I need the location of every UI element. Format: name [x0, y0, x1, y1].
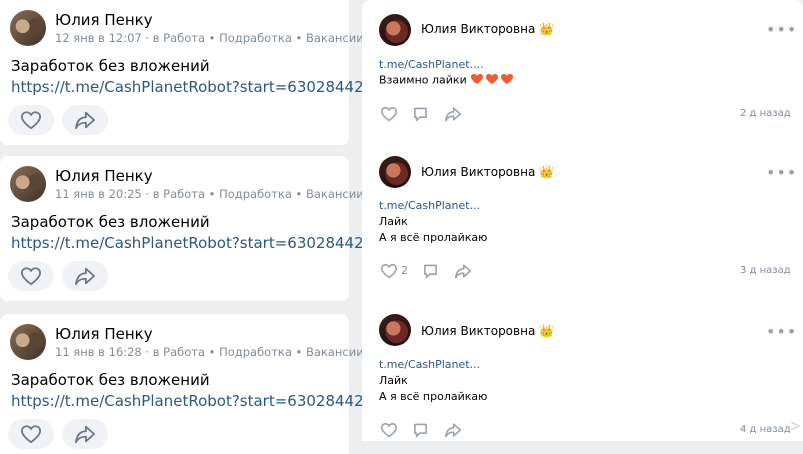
cursor-icon [790, 416, 801, 435]
share-icon [75, 425, 95, 444]
comment-time[interactable]: 3 д назад [740, 265, 791, 276]
comment-author[interactable]: Юлия Викторовна 👑 [421, 324, 554, 338]
share-button[interactable] [444, 106, 462, 122]
share-button[interactable] [62, 419, 108, 449]
share-button[interactable] [444, 422, 462, 438]
share-icon [75, 267, 95, 286]
comment-link[interactable]: t.me/CashPlanet... [379, 199, 480, 212]
like-count: 2 [401, 264, 408, 277]
heart-icon [380, 107, 398, 122]
comment-text-line: Лайк [379, 215, 408, 228]
share-icon [454, 264, 472, 279]
comment-time[interactable]: 4 д назад [740, 424, 791, 435]
comment-button[interactable] [412, 422, 429, 438]
post-card: Юлия Пенку 11 янв в 20:25 · в Работа • П… [0, 156, 383, 301]
avatar[interactable] [379, 314, 411, 346]
author-name[interactable]: Юлия Пенку [55, 11, 153, 29]
heart-icon [380, 264, 398, 279]
share-icon [75, 111, 95, 130]
share-icon [444, 107, 462, 122]
avatar[interactable] [379, 14, 411, 46]
like-button[interactable] [380, 106, 398, 122]
avatar[interactable] [379, 156, 411, 188]
more-icon[interactable]: ••• [766, 163, 797, 182]
avatar[interactable] [10, 166, 46, 202]
post-meta[interactable]: 11 янв в 20:25 · в Работа • Подработка •… [55, 187, 364, 201]
post-card: Юлия Пенку 11 янв в 16:28 · в Работа • П… [0, 314, 383, 454]
like-button[interactable] [8, 419, 54, 449]
more-icon[interactable]: ••• [766, 322, 797, 341]
comment-link[interactable]: t.me/CashPlanet.... [379, 58, 484, 71]
post-text: Заработок без вложений https://t.me/Cash… [11, 212, 383, 254]
share-button[interactable] [62, 105, 108, 135]
heart-icon [380, 423, 398, 438]
post-text: Заработок без вложений https://t.me/Cash… [11, 56, 383, 98]
post-meta[interactable]: 11 янв в 16:28 · в Работа • Подработка •… [55, 345, 364, 359]
comment-icon [424, 264, 437, 279]
post-card: Юлия Пенку 12 янв в 12:07 · в Работа • П… [0, 0, 383, 145]
post-link[interactable]: https://t.me/CashPlanetRobot?start=63028… [11, 77, 383, 98]
avatar[interactable] [10, 10, 46, 46]
author-name[interactable]: Юлия Пенку [55, 325, 153, 343]
left-feed: Юлия Пенку 12 янв в 12:07 · в Работа • П… [0, 0, 383, 454]
post-text: Заработок без вложений https://t.me/Cash… [11, 370, 383, 412]
share-button[interactable] [454, 263, 472, 279]
comment-button[interactable] [422, 263, 439, 279]
post-body: Заработок без вложений [11, 57, 210, 75]
comment-text-line: А я всё пролайкаю [379, 231, 488, 244]
comment-icon [414, 107, 427, 122]
heart-icon [20, 267, 42, 286]
comment-text: Взаимно лайки [379, 73, 514, 88]
share-icon [444, 423, 462, 438]
comment-link[interactable]: t.me/CashPlanet... [379, 358, 480, 371]
comment-author[interactable]: Юлия Викторовна 👑 [421, 22, 554, 36]
post-link[interactable]: https://t.me/CashPlanetRobot?start=63028… [11, 233, 383, 254]
comment-text-line: Взаимно лайки [379, 73, 467, 87]
comments-panel: Юлия Викторовна 👑 ••• t.me/CashPlanet...… [362, 0, 803, 441]
comment-item: Юлия Викторовна 👑 ••• t.me/CashPlanet...… [362, 0, 803, 140]
more-icon[interactable]: ••• [766, 20, 797, 39]
comment-author[interactable]: Юлия Викторовна 👑 [421, 165, 554, 179]
hearts-emoji-icon [470, 73, 514, 88]
post-body: Заработок без вложений [11, 213, 210, 231]
share-button[interactable] [62, 261, 108, 291]
author-name[interactable]: Юлия Пенку [55, 167, 153, 185]
heart-icon [20, 425, 42, 444]
like-button[interactable] [380, 263, 398, 279]
like-button[interactable] [8, 261, 54, 291]
comment-button[interactable] [412, 106, 429, 122]
comment-item: Юлия Викторовна 👑 ••• t.me/CashPlanet...… [362, 300, 803, 441]
comment-text-line: А я всё пролайкаю [379, 390, 488, 403]
avatar[interactable] [10, 324, 46, 360]
post-meta[interactable]: 12 янв в 12:07 · в Работа • Подработка •… [55, 31, 364, 45]
post-link[interactable]: https://t.me/CashPlanetRobot?start=63028… [11, 391, 383, 412]
like-button[interactable] [8, 105, 54, 135]
comment-time[interactable]: 2 д назад [740, 108, 791, 119]
like-button[interactable] [380, 422, 398, 438]
post-body: Заработок без вложений [11, 371, 210, 389]
heart-icon [20, 111, 42, 130]
comment-text-line: Лайк [379, 374, 408, 387]
comment-icon [414, 423, 427, 438]
comment-item: Юлия Викторовна 👑 ••• t.me/CashPlanet...… [362, 140, 803, 290]
